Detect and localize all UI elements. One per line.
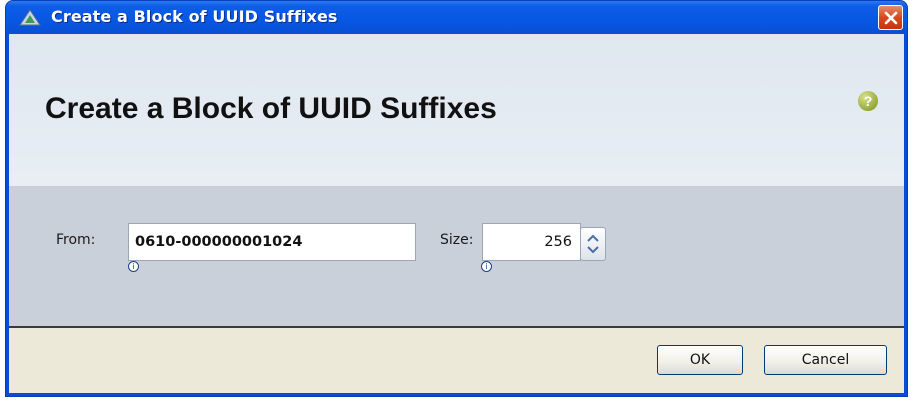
size-label: Size: [440,232,474,248]
dialog-content: Create a Block of UUID Suffixes ? From: … [9,34,904,393]
stepper-arrows-icon [587,234,599,254]
page-title: Create a Block of UUID Suffixes [45,92,497,125]
ucs-manager-icon [19,9,41,26]
help-icon[interactable]: ? [858,91,878,111]
from-input[interactable]: 0610-000000001024 [128,223,416,261]
dialog-header: Create a Block of UUID Suffixes ? [9,34,904,186]
from-input-value: 0610-000000001024 [135,234,303,250]
ok-button[interactable]: OK [657,345,743,375]
size-input-value: 256 [544,234,572,250]
dialog-footer: OK Cancel [9,328,904,393]
size-input[interactable]: 256 [482,223,581,261]
window-title: Create a Block of UUID Suffixes [51,7,338,26]
cancel-button[interactable]: Cancel [764,345,887,375]
required-field-marker-size: i [481,261,492,272]
from-label: From: [56,232,96,248]
close-icon [884,11,897,24]
required-field-marker: i [128,261,139,272]
dialog-window: Create a Block of UUID Suffixes Create a… [5,0,908,397]
size-stepper[interactable] [580,227,606,261]
close-button[interactable] [878,5,903,30]
title-bar[interactable]: Create a Block of UUID Suffixes [6,1,907,34]
